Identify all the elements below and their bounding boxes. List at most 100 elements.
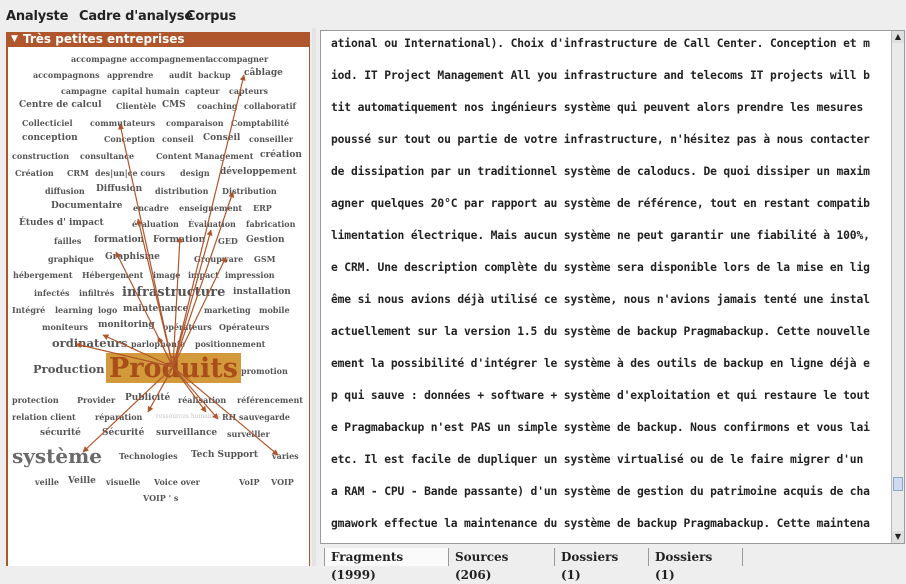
cloud-word[interactable]: sécurité [40, 429, 81, 438]
cloud-word[interactable]: CMS [162, 101, 186, 110]
tab-fragments[interactable]: Fragments (1999) [324, 548, 449, 582]
cloud-word[interactable]: veille [35, 478, 59, 486]
cloud-word[interactable]: surveillance [156, 429, 217, 438]
cloud-word[interactable]: graphique [48, 255, 94, 263]
cloud-word[interactable]: image [153, 271, 180, 279]
cloud-word[interactable]: moniteurs [42, 323, 88, 331]
cloud-word[interactable]: relation client [12, 413, 76, 421]
cloud-word[interactable]: ressources humaines [156, 414, 220, 420]
cloud-word[interactable]: ordinateurs [52, 337, 127, 350]
cloud-word[interactable]: Collecticiel [22, 119, 73, 127]
cloud-word[interactable]: visuelle [106, 478, 140, 486]
cloud-word[interactable]: logo [98, 306, 117, 314]
cloud-word[interactable]: développement [220, 168, 297, 177]
cloud-word[interactable]: Hébergement [82, 271, 143, 279]
cloud-word[interactable]: Technologies [119, 452, 178, 460]
tab-dossiers[interactable]: Dossiers (1) [555, 548, 649, 582]
tab-dossiers-2[interactable]: Dossiers (1) [649, 548, 743, 582]
cloud-word[interactable]: encadre [133, 204, 169, 212]
cloud-word[interactable]: Formation [153, 236, 205, 245]
cloud-word[interactable]: Sécurité [102, 429, 144, 438]
cloud-word[interactable]: accompagner [208, 55, 268, 63]
cloud-word[interactable]: Groupware [194, 255, 243, 263]
cloud-word[interactable]: Comptabilité [231, 119, 289, 127]
cloud-word[interactable]: Centre de calcul [19, 101, 102, 110]
cloud-word-highlighted[interactable]: Produits [106, 353, 241, 383]
cloud-word[interactable]: réalisation [178, 396, 226, 404]
cloud-word[interactable]: impact [188, 271, 219, 279]
cloud-word[interactable]: ERP [253, 204, 272, 212]
cloud-word[interactable]: accompagne [71, 55, 127, 63]
cloud-word[interactable]: installation [233, 288, 291, 297]
menu-cadre-analyse[interactable]: Cadre d'analyse [79, 9, 193, 24]
cloud-word[interactable]: Publicité [125, 394, 170, 403]
cloud-word[interactable]: formation [94, 236, 144, 245]
cloud-word[interactable]: GED [218, 237, 238, 245]
cloud-word[interactable]: positionnement [195, 340, 265, 348]
cloud-word[interactable]: enseignement [179, 204, 242, 212]
cloud-word[interactable]: VOIP ' s [143, 494, 178, 502]
cloud-word[interactable]: câblage [244, 69, 283, 78]
cloud-word[interactable]: maintenance [123, 305, 188, 314]
menu-analyste[interactable]: Analyste [6, 9, 68, 24]
cloud-word[interactable]: Diffusion [96, 185, 142, 194]
cloud-word[interactable]: diffusion [45, 187, 85, 195]
cloud-word[interactable]: capteurs [229, 87, 268, 95]
cloud-word[interactable]: accompagnons [33, 71, 100, 79]
cloud-word[interactable]: Provider [77, 396, 115, 404]
cloud-word[interactable]: création [260, 151, 302, 160]
cloud-word[interactable]: parlophonie [131, 340, 185, 348]
cloud-word[interactable]: capital humain [112, 87, 180, 95]
cloud-word[interactable]: Graphisme [105, 253, 160, 262]
cloud-word[interactable]: backup [198, 71, 231, 79]
arrow-down-icon[interactable]: ▼ [892, 531, 904, 543]
cloud-word[interactable]: référencement [237, 396, 303, 404]
vertical-scrollbar[interactable]: ▲ ▼ [891, 31, 904, 543]
cloud-word[interactable]: fabrication [246, 220, 295, 228]
cloud-word[interactable]: CRM [67, 169, 89, 177]
cloud-word[interactable]: opérateurs [163, 323, 212, 331]
cloud-word[interactable]: infectés [34, 289, 70, 297]
triangle-down-icon[interactable]: ▼ [11, 32, 18, 47]
cloud-word[interactable]: VoIP [239, 478, 260, 486]
cloud-word[interactable]: mobile [259, 306, 290, 314]
cloud-word[interactable]: monitoring [98, 321, 155, 330]
cloud-word[interactable]: conception [22, 134, 78, 143]
cloud-word[interactable]: évaluation [132, 220, 179, 228]
cloud-word[interactable]: Distribution [222, 187, 277, 195]
cloud-word[interactable]: coaching [197, 102, 238, 110]
cloud-word[interactable]: sauvegarde [239, 413, 290, 421]
cloud-word[interactable]: marketing [204, 306, 251, 314]
cloud-word[interactable]: Création [15, 169, 54, 177]
cloud-word[interactable]: campagne [61, 87, 107, 95]
cloud-word[interactable]: des|un|ce cours [95, 169, 165, 177]
scrollbar-thumb[interactable] [893, 477, 903, 491]
cloud-word[interactable]: VOIP [271, 478, 294, 486]
cloud-word[interactable]: Évaluation [188, 220, 236, 228]
cloud-word[interactable]: distribution [155, 187, 208, 195]
cloud-word[interactable]: Clientèle [116, 102, 156, 110]
cloud-word[interactable]: promotion [241, 367, 288, 375]
cloud-word[interactable]: Études d' impact [19, 219, 104, 228]
cloud-word[interactable]: GSM [254, 255, 275, 263]
cloud-word[interactable]: Gestion [246, 236, 285, 245]
cloud-word[interactable]: apprendre [107, 71, 153, 79]
cloud-word[interactable]: infrastructure [122, 286, 225, 299]
cloud-word[interactable]: commutateurs [90, 119, 155, 127]
cloud-word[interactable]: accompagnement [130, 55, 209, 63]
cloud-word[interactable]: learning [55, 306, 93, 314]
cloud-word[interactable]: infiltrés [79, 289, 114, 297]
cloud-word[interactable]: Opérateurs [219, 323, 269, 331]
cloud-word[interactable]: collaboratif [244, 102, 296, 110]
cloud-word[interactable]: Content Management [156, 152, 253, 160]
cloud-word[interactable]: construction [12, 152, 69, 160]
cloud-word[interactable]: capteur [185, 87, 219, 95]
cloud-word[interactable]: comparaison [166, 119, 224, 127]
panel-header[interactable]: ▼ Très petites entreprises [8, 32, 309, 47]
cloud-word[interactable]: impression [225, 271, 275, 279]
cloud-word[interactable]: Voice over [154, 478, 200, 486]
cloud-word[interactable]: RH [222, 413, 236, 421]
cloud-word[interactable]: consultance [80, 152, 134, 160]
arrow-up-icon[interactable]: ▲ [892, 31, 904, 43]
cloud-word[interactable]: Documentaire [51, 202, 123, 211]
